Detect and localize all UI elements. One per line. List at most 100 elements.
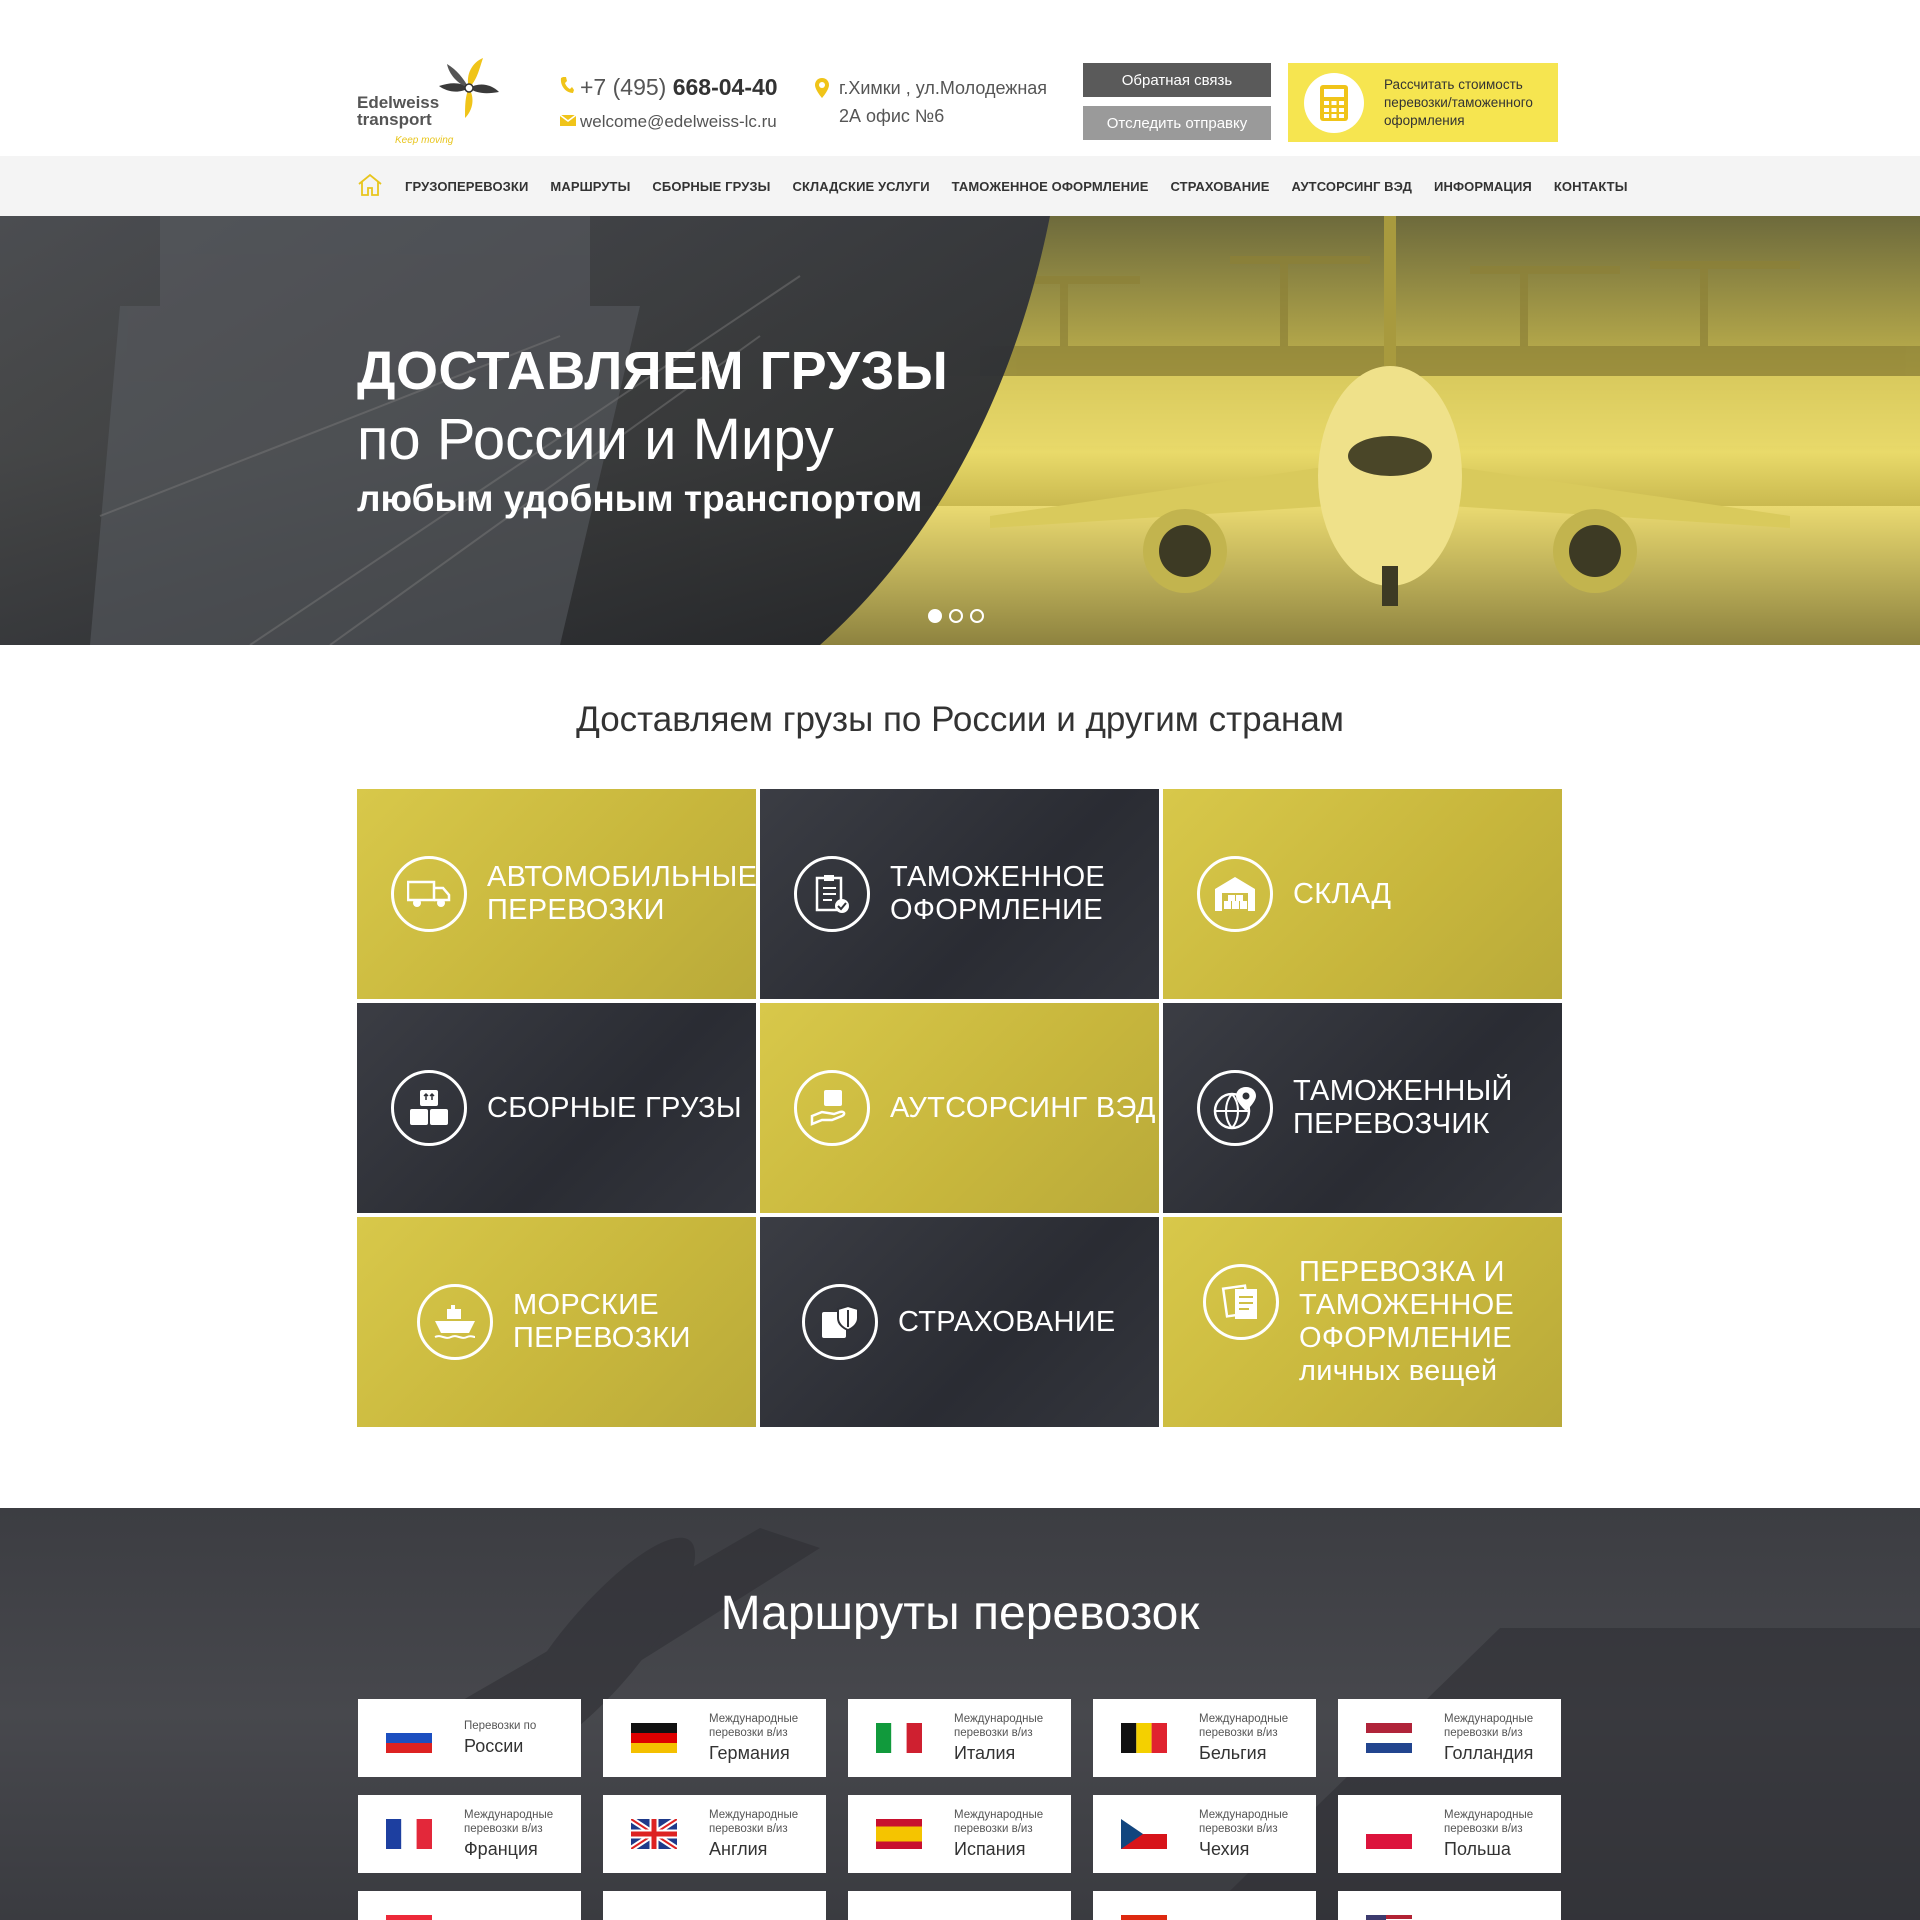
service-tile-insurance[interactable]: СТРАХОВАНИЕ bbox=[760, 1217, 1159, 1427]
calculator-icon bbox=[1304, 72, 1364, 133]
route-card[interactable]: Перевозки по России bbox=[358, 1699, 581, 1777]
address-line1: г.Химки , ул.Молодежная bbox=[839, 78, 1048, 98]
service-label: СКЛАД bbox=[1293, 877, 1392, 910]
service-label: АВТОМОБИЛЬНЫЕ ПЕРЕВОЗКИ bbox=[487, 861, 756, 926]
route-card[interactable]: Международные bbox=[1338, 1891, 1561, 1920]
slider-dots bbox=[928, 609, 991, 623]
flag-nl-icon bbox=[1366, 1723, 1412, 1753]
site-header: Edelweiss transport Keep moving +7 (495)… bbox=[0, 0, 1920, 156]
track-shipment-button[interactable]: Отследить отправку bbox=[1083, 106, 1271, 140]
service-tile-warehouse[interactable]: СКЛАД bbox=[1163, 789, 1562, 999]
truck-icon bbox=[391, 856, 467, 932]
hero-title: ДОСТАВЛЯЕМ ГРУЗЫ bbox=[357, 341, 949, 401]
route-card[interactable]: Международные перевозки в/из Франция bbox=[358, 1795, 581, 1873]
flag-ru-icon bbox=[386, 1723, 432, 1753]
service-tile-personal-items[interactable]: ПЕРЕВОЗКА И ТАМОЖЕННОЕ ОФОРМЛЕНИЕ личных… bbox=[1163, 1217, 1562, 1427]
nav-item-contacts[interactable]: КОНТАКТЫ bbox=[1554, 179, 1628, 194]
flag-it-icon bbox=[876, 1723, 922, 1753]
cost-calculator-button[interactable]: Рассчитать стоимость перевозки/таможенно… bbox=[1288, 63, 1558, 142]
phone[interactable]: +7 (495) 668-04-40 bbox=[560, 74, 778, 101]
service-label: ТАМОЖЕННОЕ ОФОРМЛЕНИЕ bbox=[890, 861, 1106, 926]
nav-item-outsourcing[interactable]: АУТСОРСИНГ ВЭД bbox=[1292, 179, 1413, 194]
route-country: Бельгия bbox=[1199, 1743, 1267, 1763]
nav-item-insurance[interactable]: СТРАХОВАНИЕ bbox=[1171, 179, 1270, 194]
route-card[interactable]: Международные перевозки в/из Италия bbox=[848, 1699, 1071, 1777]
service-tile-outsourcing[interactable]: АУТСОРСИНГ ВЭД bbox=[760, 1003, 1159, 1213]
flag-cz-icon bbox=[1121, 1819, 1167, 1849]
nav-item-cargo[interactable]: ГРУЗОПЕРЕВОЗКИ bbox=[405, 179, 528, 194]
service-label: ТАМОЖЕННЫЙ ПЕРЕВОЗЧИК bbox=[1293, 1075, 1513, 1140]
slider-dot-2[interactable] bbox=[949, 609, 963, 623]
route-prefix: Международные bbox=[1199, 1809, 1289, 1821]
flag-at-icon bbox=[386, 1915, 432, 1920]
hand-box-icon bbox=[794, 1070, 870, 1146]
mail-icon bbox=[559, 113, 580, 131]
route-card[interactable]: Международные перевозки в/из Испания bbox=[848, 1795, 1071, 1873]
route-prefix-2: перевозки в/из bbox=[1444, 1727, 1523, 1739]
service-tile-consolidated[interactable]: СБОРНЫЕ ГРУЗЫ bbox=[357, 1003, 756, 1213]
route-country: Испания bbox=[954, 1839, 1026, 1859]
route-country: Голландия bbox=[1444, 1743, 1534, 1763]
logo[interactable]: Edelweiss transport Keep moving bbox=[357, 58, 507, 150]
address-line2: 2А офис №6 bbox=[839, 106, 945, 126]
route-card[interactable]: Международные перевозки в/из Польша bbox=[1338, 1795, 1561, 1873]
service-tile-sea[interactable]: МОРСКИЕ ПЕРЕВОЗКИ bbox=[357, 1217, 756, 1427]
flag-cn-icon bbox=[1121, 1915, 1167, 1920]
routes-section: Маршруты перевозок Перевозки по России Меж… bbox=[0, 1508, 1920, 1920]
nav-item-warehouse[interactable]: СКЛАДСКИЕ УСЛУГИ bbox=[792, 179, 929, 194]
route-card[interactable]: Международные bbox=[848, 1891, 1071, 1920]
nav-item-info[interactable]: ИНФОРМАЦИЯ bbox=[1434, 179, 1532, 194]
clipboard-check-icon bbox=[794, 856, 870, 932]
logo-slogan: Keep moving bbox=[395, 135, 454, 146]
nav-item-consolidated[interactable]: СБОРНЫЕ ГРУЗЫ bbox=[652, 179, 770, 194]
home-icon[interactable] bbox=[357, 173, 383, 199]
boxes-icon bbox=[391, 1070, 467, 1146]
route-text: Международные перевозки в/из Франция bbox=[464, 1808, 553, 1860]
route-prefix-2: перевозки в/из bbox=[1444, 1823, 1523, 1835]
phone-number: 668-04-40 bbox=[672, 74, 778, 100]
logo-flower-icon bbox=[439, 58, 499, 118]
services-title: Доставляем грузы по России и другим стра… bbox=[576, 700, 1344, 739]
route-card[interactable]: Международные перевозки в/из Англия bbox=[603, 1795, 826, 1873]
route-card[interactable]: Международные bbox=[603, 1891, 826, 1920]
feedback-button[interactable]: Обратная связь bbox=[1083, 63, 1271, 97]
route-card[interactable]: Международные bbox=[358, 1891, 581, 1920]
route-prefix-2: перевозки в/из bbox=[954, 1823, 1033, 1835]
nav-item-routes[interactable]: МАРШРУТЫ bbox=[550, 179, 630, 194]
service-tile-customs[interactable]: ТАМОЖЕННОЕ ОФОРМЛЕНИЕ bbox=[760, 789, 1159, 999]
warehouse-icon bbox=[1197, 856, 1273, 932]
email[interactable]: welcome@edelweiss-lc.ru bbox=[559, 112, 777, 132]
route-country: России bbox=[464, 1736, 524, 1756]
documents-icon bbox=[1203, 1264, 1279, 1340]
route-country: Англия bbox=[709, 1839, 768, 1859]
slider-dot-1[interactable] bbox=[928, 609, 942, 623]
route-text: Международные перевозки в/из Италия bbox=[954, 1712, 1043, 1764]
service-tile-auto[interactable]: АВТОМОБИЛЬНЫЕ ПЕРЕВОЗКИ bbox=[357, 789, 756, 999]
flag-none-icon bbox=[876, 1915, 922, 1920]
logo-line1: Edelweiss bbox=[357, 93, 440, 112]
flag-gb-icon bbox=[631, 1819, 677, 1849]
location-pin-icon bbox=[815, 78, 835, 108]
route-country: Франция bbox=[464, 1839, 538, 1859]
hero-slider: ДОСТАВЛЯЕМ ГРУЗЫ по России и Миру любым … bbox=[0, 216, 1920, 645]
route-card[interactable]: Международные перевозки в/из Бельгия bbox=[1093, 1699, 1316, 1777]
route-country: Польша bbox=[1444, 1839, 1511, 1859]
hero-subtitle-2: любым удобным транспортом bbox=[357, 478, 923, 519]
route-country: Чехия bbox=[1199, 1839, 1250, 1859]
service-tile-customs-carrier[interactable]: ТАМОЖЕННЫЙ ПЕРЕВОЗЧИК bbox=[1163, 1003, 1562, 1213]
flag-us-icon bbox=[1366, 1915, 1412, 1920]
flag-fr-icon bbox=[386, 1819, 432, 1849]
globe-pin-icon bbox=[1197, 1070, 1273, 1146]
nav-item-customs[interactable]: ТАМОЖЕННОЕ ОФОРМЛЕНИЕ bbox=[952, 179, 1149, 194]
route-card[interactable]: Международные перевозки в/из Германия bbox=[603, 1699, 826, 1777]
route-card[interactable]: Международные bbox=[1093, 1891, 1316, 1920]
slider-dot-3[interactable] bbox=[970, 609, 984, 623]
route-card[interactable]: Международные перевозки в/из Голландия bbox=[1338, 1699, 1561, 1777]
route-prefix-2: перевозки в/из bbox=[954, 1727, 1033, 1739]
route-prefix: Международные bbox=[709, 1713, 799, 1725]
logo-line2: transport bbox=[357, 110, 432, 129]
route-prefix-2: перевозки в/из bbox=[709, 1823, 788, 1835]
route-text: Международные перевозки в/из Германия bbox=[709, 1712, 798, 1764]
route-prefix: Международные bbox=[954, 1809, 1044, 1821]
route-card[interactable]: Международные перевозки в/из Чехия bbox=[1093, 1795, 1316, 1873]
